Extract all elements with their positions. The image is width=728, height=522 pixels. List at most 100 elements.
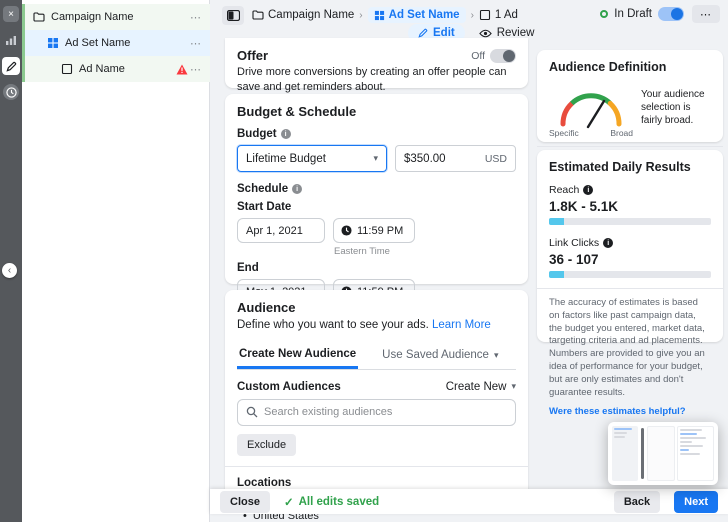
tab-create-new-audience[interactable]: Create New Audience (237, 344, 358, 369)
chevron-right-icon: › (359, 10, 362, 21)
audience-search-input[interactable] (264, 406, 507, 418)
grid-icon (374, 10, 385, 21)
left-icon-rail: × ‹ (0, 0, 22, 522)
caret-down-icon: ▾ (373, 153, 378, 164)
info-icon[interactable]: i (583, 185, 593, 195)
divider (537, 146, 723, 147)
audience-card: Audience Define who you want to see your… (225, 290, 528, 490)
offer-description: Drive more conversions by creating an of… (237, 65, 516, 95)
row-menu-icon[interactable]: ⋯ (188, 37, 204, 50)
folder-icon (252, 9, 264, 21)
info-icon[interactable]: i (603, 238, 613, 248)
footer-bar: Close ✓ All edits saved Back Next (210, 489, 728, 514)
grid-icon (47, 37, 59, 49)
locations-title: Locations (237, 477, 516, 489)
audience-definition-title: Audience Definition (549, 60, 711, 74)
gauge-meter: Specific Broad (549, 82, 633, 138)
gauge-label-broad: Broad (610, 128, 633, 138)
collapse-panel-icon[interactable]: ‹ (2, 263, 17, 278)
sidebar-toggle-icon[interactable] (222, 6, 244, 25)
close-button[interactable]: Close (220, 491, 270, 513)
tree-item-label: Ad Set Name (65, 37, 188, 49)
estimates-disclaimer: The accuracy of estimates is based on fa… (549, 297, 711, 400)
close-icon[interactable]: × (3, 6, 19, 22)
budget-amount-box: USD (395, 145, 516, 172)
schedule-label: Schedule (237, 183, 288, 195)
offer-toggle-label: Off (471, 50, 485, 62)
budget-type-select[interactable]: Lifetime Budget ▾ (237, 145, 387, 172)
breadcrumb-campaign[interactable]: Campaign Name (252, 9, 354, 21)
next-button[interactable]: Next (674, 491, 718, 513)
breadcrumb-adset[interactable]: Ad Set Name (368, 7, 466, 23)
breadcrumb-ad-label: 1 Ad (495, 9, 518, 21)
reach-label: Reach (549, 184, 579, 196)
budget-type-value: Lifetime Budget (246, 153, 326, 165)
info-icon[interactable]: i (281, 129, 291, 139)
estimated-results-title: Estimated Daily Results (549, 160, 711, 174)
minimap-left-panel (612, 426, 638, 481)
tree-item-ad[interactable]: Ad Name ⋯ (22, 56, 210, 82)
folder-icon (33, 11, 45, 23)
caret-down-icon: ▾ (511, 381, 516, 392)
eye-icon (479, 29, 492, 38)
draft-toggle[interactable] (658, 7, 684, 21)
tree-item-adset[interactable]: Ad Set Name ⋯ (22, 30, 210, 56)
pencil-icon[interactable] (2, 57, 20, 75)
header-menu-button[interactable]: ⋯ (692, 5, 720, 23)
exclude-button[interactable]: Exclude (237, 434, 296, 456)
chevron-right-icon: › (471, 10, 474, 21)
divider (225, 466, 528, 467)
custom-audiences-label: Custom Audiences (237, 381, 341, 393)
tab-use-saved-audience[interactable]: Use Saved Audience ▾ (380, 344, 500, 369)
create-new-label: Create New (446, 381, 507, 393)
audience-definition-note: Your audience selection is fairly broad. (641, 82, 711, 138)
breadcrumb-ad[interactable]: 1 Ad (479, 9, 518, 21)
gauge-label-specific: Specific (549, 128, 579, 138)
budget-section-title: Budget & Schedule (237, 104, 516, 119)
row-menu-icon[interactable]: ⋯ (188, 11, 204, 24)
tree-item-label: Ad Name (79, 63, 176, 75)
divider (537, 288, 723, 289)
link-clicks-value: 36 - 107 (549, 252, 711, 267)
bar-chart-icon[interactable] (3, 32, 19, 48)
start-time-value: 11:59 PM (357, 225, 403, 237)
budget-amount-input[interactable] (404, 153, 484, 165)
status-label: In Draft (614, 8, 652, 20)
clock-icon (341, 225, 352, 236)
campaign-tree-panel: Campaign Name ⋯ Ad Set Name ⋯ Ad Name ⋯ (22, 0, 210, 522)
start-date-label: Start Date (237, 201, 516, 213)
offer-title: Offer (237, 48, 268, 63)
minimap-scrollbar (641, 428, 644, 479)
minimap-right-column (677, 426, 714, 481)
start-time-input[interactable]: 11:59 PM (333, 218, 415, 243)
breadcrumb-campaign-label: Campaign Name (268, 9, 354, 21)
estimates-helpful-link[interactable]: Were these estimates helpful? (549, 406, 686, 417)
tree-item-campaign[interactable]: Campaign Name ⋯ (22, 4, 210, 30)
reach-bar (549, 218, 711, 225)
back-button[interactable]: Back (614, 491, 660, 513)
start-date-input[interactable]: Apr 1, 2021 (237, 218, 325, 243)
clock-icon[interactable] (3, 84, 19, 100)
reach-value: 1.8K - 5.1K (549, 199, 711, 214)
audience-tabs: Create New Audience Use Saved Audience ▾ (237, 344, 516, 370)
offer-card: Offer Off Drive more conversions by crea… (225, 38, 528, 88)
caret-down-icon: ▾ (494, 350, 499, 361)
link-clicks-label: Link Clicks (549, 237, 599, 249)
audience-search-box (237, 399, 516, 426)
link-clicks-bar (549, 271, 711, 278)
audience-learn-more-link[interactable]: Learn More (432, 319, 491, 331)
budget-card: Budget & Schedule Budget i Lifetime Budg… (225, 94, 528, 284)
row-menu-icon[interactable]: ⋯ (188, 63, 204, 76)
pencil-icon (418, 28, 428, 38)
end-date-label: End (237, 262, 516, 274)
offer-toggle[interactable] (490, 49, 516, 63)
status-dot-icon (600, 10, 608, 18)
create-new-dropdown[interactable]: Create New ▾ (446, 381, 516, 393)
currency-label: USD (485, 153, 507, 165)
info-icon[interactable]: i (292, 184, 302, 194)
page-minimap-preview[interactable] (608, 422, 718, 485)
budget-label: Budget (237, 128, 277, 140)
timezone-label: Eastern Time (334, 246, 516, 257)
breadcrumb-adset-label: Ad Set Name (389, 9, 460, 21)
estimated-results-card: Estimated Daily Results Reach i 1.8K - 5… (537, 150, 723, 342)
